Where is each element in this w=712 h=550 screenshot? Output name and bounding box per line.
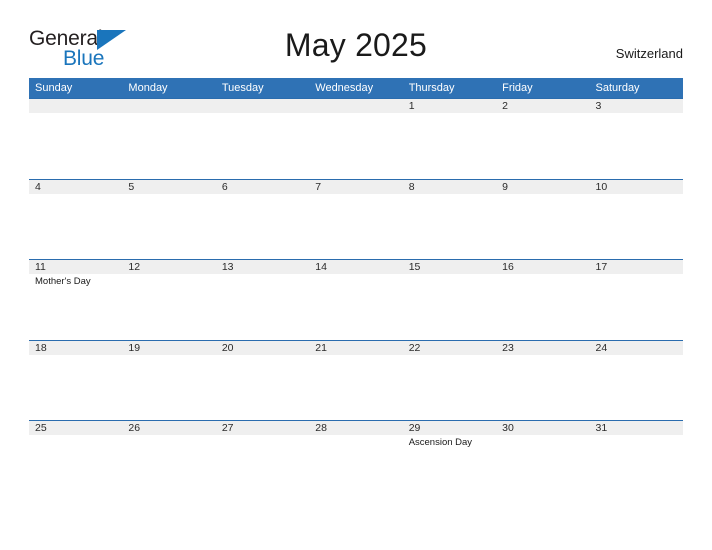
day-number: 29 bbox=[408, 422, 421, 434]
week-row: 25 26 27 28 29 Ascension Day 30 31 bbox=[29, 420, 683, 501]
day-number: 17 bbox=[595, 261, 608, 273]
day-event: Ascension Day bbox=[408, 437, 473, 448]
country-label: Switzerland bbox=[615, 46, 683, 61]
day-number: 7 bbox=[315, 180, 322, 193]
day-number: 15 bbox=[408, 261, 421, 273]
day-cell[interactable]: 30 bbox=[496, 420, 590, 501]
day-cell[interactable]: 3 bbox=[589, 98, 683, 179]
day-band bbox=[309, 98, 403, 113]
day-band bbox=[29, 178, 123, 194]
day-band bbox=[589, 98, 683, 113]
day-number: 11 bbox=[35, 261, 46, 273]
page-header: General Blue May 2025 Switzerland bbox=[0, 0, 712, 76]
day-band bbox=[29, 98, 123, 113]
day-cell[interactable]: 20 bbox=[215, 339, 310, 421]
day-cell[interactable]: 14 bbox=[309, 259, 403, 340]
weekday-friday: Friday bbox=[502, 82, 533, 94]
day-cell[interactable] bbox=[122, 98, 216, 179]
day-cell[interactable]: 24 bbox=[589, 339, 683, 421]
day-band bbox=[402, 98, 497, 113]
weekday-tuesday: Tuesday bbox=[221, 82, 264, 94]
calendar-grid: Sunday Monday Tuesday Wednesday Thursday… bbox=[29, 78, 683, 501]
day-cell[interactable]: 5 bbox=[122, 178, 216, 260]
day-number: 23 bbox=[502, 341, 514, 354]
page-title: May 2025 bbox=[284, 27, 428, 63]
day-number: 5 bbox=[128, 180, 135, 193]
day-number: 25 bbox=[35, 422, 47, 434]
week-row: 1 2 3 bbox=[29, 98, 683, 179]
day-number: 3 bbox=[595, 100, 602, 112]
day-number: 26 bbox=[128, 422, 141, 434]
day-cell[interactable]: 9 bbox=[496, 178, 590, 260]
day-number: 27 bbox=[221, 422, 234, 434]
day-number: 22 bbox=[408, 341, 421, 354]
day-number: 9 bbox=[502, 180, 508, 193]
day-cell[interactable]: 16 bbox=[496, 259, 590, 340]
day-number: 4 bbox=[35, 180, 41, 193]
day-cell[interactable]: 2 bbox=[496, 98, 590, 179]
day-cell[interactable]: 23 bbox=[496, 339, 590, 421]
day-band bbox=[402, 178, 497, 194]
day-cell[interactable] bbox=[215, 98, 310, 179]
day-cell[interactable]: 11 Mother's Day bbox=[29, 259, 123, 340]
day-cell[interactable]: 15 bbox=[402, 259, 497, 340]
week-row: 18 19 20 21 22 23 24 bbox=[29, 339, 683, 421]
week-row: 11 Mother's Day 12 13 14 15 16 17 bbox=[29, 259, 683, 340]
day-number: 8 bbox=[408, 180, 415, 193]
day-cell[interactable]: 25 bbox=[29, 420, 123, 501]
day-band bbox=[122, 178, 216, 194]
day-number: 10 bbox=[595, 180, 608, 193]
day-number: 19 bbox=[128, 341, 141, 354]
day-number: 1 bbox=[408, 100, 415, 112]
day-cell[interactable] bbox=[29, 98, 123, 179]
day-band bbox=[215, 98, 310, 113]
day-number: 31 bbox=[595, 422, 608, 434]
day-cell[interactable]: 12 bbox=[122, 259, 216, 340]
day-number: 2 bbox=[502, 100, 508, 112]
day-number: 30 bbox=[502, 422, 514, 434]
day-cell[interactable]: 18 bbox=[29, 339, 123, 421]
day-number: 21 bbox=[315, 341, 327, 354]
day-cell[interactable]: 19 bbox=[122, 339, 216, 421]
day-cell[interactable]: 8 bbox=[402, 178, 497, 260]
day-cell[interactable]: 6 bbox=[215, 178, 310, 260]
day-band bbox=[309, 178, 403, 194]
day-cell[interactable]: 4 bbox=[29, 178, 123, 260]
day-cell[interactable]: 26 bbox=[122, 420, 216, 501]
weekday-thursday: Thursday bbox=[408, 82, 455, 94]
day-cell[interactable]: 13 bbox=[215, 259, 310, 340]
calendar-page: General Blue May 2025 Switzerland Sunday… bbox=[0, 0, 712, 550]
day-band bbox=[122, 98, 216, 113]
weekday-monday: Monday bbox=[128, 82, 168, 94]
day-band bbox=[215, 178, 310, 194]
day-cell[interactable]: 27 bbox=[215, 420, 310, 501]
day-cell[interactable]: 28 bbox=[309, 420, 403, 501]
day-number: 18 bbox=[35, 341, 47, 354]
day-event: Mother's Day bbox=[35, 276, 91, 287]
day-cell[interactable]: 7 bbox=[309, 178, 403, 260]
day-number: 6 bbox=[221, 180, 228, 193]
weekday-header-row: Sunday Monday Tuesday Wednesday Thursday… bbox=[29, 78, 683, 98]
day-cell[interactable] bbox=[309, 98, 403, 179]
day-number: 14 bbox=[315, 261, 327, 273]
day-cell[interactable]: 21 bbox=[309, 339, 403, 421]
day-cell[interactable]: 10 bbox=[589, 178, 683, 260]
weekday-saturday: Saturday bbox=[595, 82, 640, 94]
day-cell[interactable]: 29 Ascension Day bbox=[402, 420, 497, 501]
day-cell[interactable]: 1 bbox=[402, 98, 497, 179]
weekday-wednesday: Wednesday bbox=[315, 82, 374, 94]
day-number: 16 bbox=[502, 261, 514, 273]
day-number: 28 bbox=[315, 422, 327, 434]
day-cell[interactable]: 31 bbox=[589, 420, 683, 501]
day-cell[interactable]: 22 bbox=[402, 339, 497, 421]
day-band bbox=[496, 178, 590, 194]
day-number: 12 bbox=[128, 261, 141, 273]
week-row: 4 5 6 7 8 9 10 bbox=[29, 178, 683, 260]
day-number: 20 bbox=[221, 341, 234, 354]
day-cell[interactable]: 17 bbox=[589, 259, 683, 340]
day-band bbox=[496, 98, 590, 113]
day-number: 13 bbox=[221, 261, 234, 273]
weekday-sunday: Sunday bbox=[35, 82, 73, 94]
day-number: 24 bbox=[595, 341, 608, 354]
